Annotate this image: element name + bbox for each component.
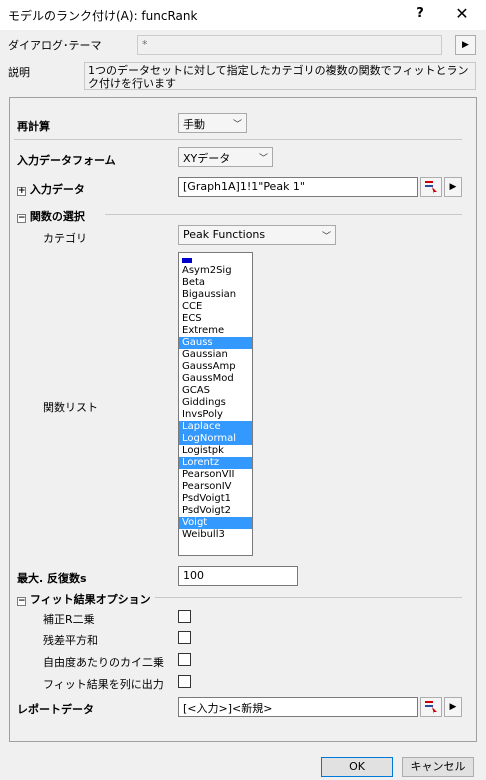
list-item[interactable]: Beta <box>179 277 252 289</box>
recalc-value: 手動 <box>183 118 205 131</box>
rss-checkbox[interactable] <box>178 631 191 644</box>
report-menu-button[interactable]: ▶ <box>444 697 462 717</box>
rss-label: 残差平方和 <box>43 634 98 647</box>
report-label: レポートデータ <box>17 703 94 716</box>
input-form-dropdown[interactable]: XYデータ ﹀ <box>178 147 273 167</box>
list-item[interactable]: Gauss <box>179 337 252 349</box>
function-list-label: 関数リスト <box>43 401 98 414</box>
chevron-down-icon: ﹀ <box>232 120 242 130</box>
list-item[interactable]: GaussAmp <box>179 361 252 373</box>
reduced-chisq-label: 自由度あたりのカイ二乗 <box>43 656 164 669</box>
input-form-label: 入力データフォーム <box>17 154 116 167</box>
close-button[interactable]: ✕ <box>450 4 474 24</box>
list-item[interactable]: Laplace <box>179 421 252 433</box>
input-data-row[interactable]: + 入力データ <box>17 181 85 197</box>
ok-button[interactable]: OK <box>321 757 393 777</box>
divider <box>14 139 462 140</box>
recalc-dropdown[interactable]: 手動 ﹀ <box>178 113 247 133</box>
list-item[interactable]: Bigaussian <box>179 289 252 301</box>
collapse-icon[interactable]: − <box>17 214 26 223</box>
list-item[interactable]: Lorentz <box>179 457 252 469</box>
max-iter-input[interactable]: 100 <box>178 566 298 586</box>
description-label: 説明 <box>8 66 30 79</box>
list-item[interactable]: PearsonIV <box>179 481 252 493</box>
cancel-button[interactable]: キャンセル <box>402 757 474 777</box>
color-swatch-icon <box>182 257 192 263</box>
list-item[interactable]: Extreme <box>179 325 252 337</box>
function-group-label: 関数の選択 <box>29 210 85 223</box>
function-group-header[interactable]: − 関数の選択 <box>17 208 85 224</box>
divider <box>155 597 462 598</box>
category-value: Peak Functions <box>183 228 266 241</box>
fit-options-label: フィット結果オプション <box>29 593 151 606</box>
divider <box>105 214 462 215</box>
output-to-column-checkbox[interactable] <box>178 675 191 688</box>
list-item[interactable]: LogNormal <box>179 433 252 445</box>
theme-label: ダイアログ･テーマ <box>8 39 102 52</box>
list-item[interactable]: InvsPoly <box>179 409 252 421</box>
list-item[interactable] <box>179 253 252 265</box>
list-item[interactable]: PearsonVII <box>179 469 252 481</box>
function-listbox[interactable]: Asym2Sig Beta Bigaussian CCE ECS Extreme… <box>178 252 253 556</box>
collapse-icon[interactable]: − <box>17 597 26 606</box>
theme-field[interactable]: * <box>137 35 442 55</box>
list-item[interactable]: CCE <box>179 301 252 313</box>
list-item[interactable]: PsdVoigt2 <box>179 505 252 517</box>
triangle-right-icon: ▶ <box>449 182 457 192</box>
list-item[interactable]: PsdVoigt1 <box>179 493 252 505</box>
chevron-down-icon: ﹀ <box>258 154 268 164</box>
report-range-button[interactable] <box>420 697 442 717</box>
adj-r2-checkbox[interactable] <box>178 610 191 623</box>
list-item[interactable]: Logistpk <box>179 445 252 457</box>
range-select-icon <box>425 181 437 194</box>
help-button[interactable]: ? <box>410 4 430 24</box>
range-select-icon <box>425 701 437 714</box>
triangle-right-icon: ▶ <box>449 702 457 712</box>
list-item[interactable]: ECS <box>179 313 252 325</box>
list-item[interactable]: Asym2Sig <box>179 265 252 277</box>
title-bar: モデルのランク付け(A): funcRank ? ✕ <box>0 0 486 30</box>
list-item[interactable]: GCAS <box>179 385 252 397</box>
input-data-label: 入力データ <box>29 183 85 196</box>
category-label: カテゴリ <box>43 232 87 245</box>
window-title: モデルのランク付け(A): funcRank <box>8 9 198 23</box>
list-item[interactable]: Giddings <box>179 397 252 409</box>
list-item[interactable]: Weibull3 <box>179 529 252 541</box>
list-item[interactable]: GaussMod <box>179 373 252 385</box>
reduced-chisq-checkbox[interactable] <box>178 653 191 666</box>
max-iter-label: 最大. 反復数s <box>17 572 87 585</box>
output-to-column-label: フィット結果を列に出力 <box>43 678 164 691</box>
range-select-button[interactable] <box>420 177 442 197</box>
input-data-menu-button[interactable]: ▶ <box>444 177 462 197</box>
chevron-down-icon: ﹀ <box>321 232 331 242</box>
input-data-field[interactable]: [Graph1A]1!1"Peak 1" <box>178 177 418 197</box>
description-text: 1つのデータセットに対して指定したカテゴリの複数の関数でフィットとランク付けを行… <box>84 62 476 90</box>
list-item[interactable]: Voigt <box>179 517 252 529</box>
triangle-right-icon: ▶ <box>462 40 469 50</box>
adj-r2-label: 補正R二乗 <box>43 613 95 626</box>
fit-options-header[interactable]: − フィット結果オプション <box>17 591 151 607</box>
report-field[interactable]: [<入力>]<新規> <box>178 697 418 717</box>
expand-icon[interactable]: + <box>17 187 26 196</box>
theme-menu-button[interactable]: ▶ <box>455 35 476 55</box>
list-item[interactable]: Gaussian <box>179 349 252 361</box>
category-dropdown[interactable]: Peak Functions ﹀ <box>178 225 336 245</box>
recalc-label: 再計算 <box>17 120 50 133</box>
input-form-value: XYデータ <box>183 152 231 165</box>
